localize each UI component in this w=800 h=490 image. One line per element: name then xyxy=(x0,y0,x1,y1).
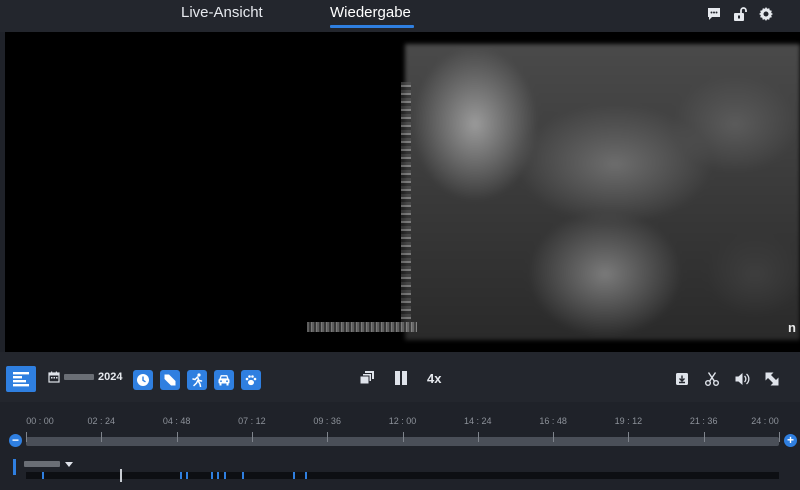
playback-cursor[interactable] xyxy=(120,469,123,482)
car-icon xyxy=(218,375,230,386)
filter-tag-button[interactable] xyxy=(160,370,180,390)
video-frame-blurred xyxy=(405,44,800,340)
chevron-down-icon[interactable] xyxy=(65,462,73,467)
paw-icon xyxy=(245,375,257,386)
timeline-tick-label: 04 : 48 xyxy=(162,416,191,426)
chat-icon[interactable] xyxy=(706,6,722,22)
timeline-tick-label: 14 : 24 xyxy=(464,416,492,426)
video-artifact-edge xyxy=(401,82,411,322)
timeline-zoom-out-button[interactable]: − xyxy=(9,434,22,447)
video-player[interactable]: n xyxy=(5,32,800,352)
unlock-icon[interactable] xyxy=(732,6,748,22)
tab-playback[interactable]: Wiedergabe xyxy=(330,4,411,21)
recording-segment[interactable] xyxy=(211,472,214,479)
date-year: 2024 xyxy=(98,371,123,383)
date-redacted xyxy=(64,374,94,380)
clip-tools-group xyxy=(674,371,780,387)
timeline-tick-mark xyxy=(251,432,253,442)
top-icon-group xyxy=(706,6,774,22)
recording-segment[interactable] xyxy=(242,472,245,479)
event-filter-group xyxy=(133,370,261,390)
multi-window-icon[interactable] xyxy=(359,370,375,386)
timeline-tick-label: 24 : 00 xyxy=(751,416,779,426)
timeline-tick-mark xyxy=(703,432,705,442)
pause-icon[interactable] xyxy=(393,370,409,386)
timeline-tick-mark xyxy=(176,432,178,442)
video-osd-text: n xyxy=(788,320,796,335)
recording-segment[interactable] xyxy=(223,472,226,479)
list-layout-icon xyxy=(13,372,29,387)
timeline-tick-mark xyxy=(477,432,479,442)
timeline-tick-mark xyxy=(402,432,404,442)
timeline-zoom-in-button[interactable]: + xyxy=(784,434,797,447)
timeline-tick-mark xyxy=(779,432,780,442)
timeline-tick-label: 00 : 00 xyxy=(26,416,54,426)
timeline-tick-label: 02 : 24 xyxy=(87,416,116,426)
playback-speed[interactable]: 4x xyxy=(427,371,441,386)
timeline-tick-label: 07 : 12 xyxy=(238,416,266,426)
running-person-icon xyxy=(192,373,203,387)
filter-time-button[interactable] xyxy=(133,370,153,390)
channel-marker xyxy=(13,459,16,475)
date-picker[interactable]: 2024 xyxy=(48,371,122,383)
filter-vehicle-button[interactable] xyxy=(214,370,234,390)
timeline-panel: 00 : 00 02 : 24 04 : 48 07 : 12 09 : 36 12 : … xyxy=(0,402,800,490)
tab-live-view[interactable]: Live-Ansicht xyxy=(181,4,263,21)
tag-icon xyxy=(164,374,176,386)
timeline-tick-mark xyxy=(26,432,27,442)
calendar-icon xyxy=(48,371,60,383)
timeline-tick-label: 21 : 36 xyxy=(689,416,718,426)
recording-segment[interactable] xyxy=(41,472,44,479)
timeline-tick-label: 09 : 36 xyxy=(313,416,341,426)
layout-toggle-button[interactable] xyxy=(6,366,36,392)
recording-segment[interactable] xyxy=(305,472,308,479)
recording-segment[interactable] xyxy=(217,472,220,479)
timeline-tick-mark xyxy=(628,432,630,442)
download-icon[interactable] xyxy=(674,371,690,387)
timeline-tick-label: 12 : 00 xyxy=(388,416,417,426)
gear-icon[interactable] xyxy=(758,6,774,22)
recording-segment[interactable] xyxy=(179,472,182,479)
timeline-tick-mark xyxy=(101,432,103,442)
channel-name-redacted[interactable] xyxy=(24,461,60,467)
top-navigation-bar: Live-Ansicht Wiedergabe xyxy=(0,0,800,32)
filter-animal-button[interactable] xyxy=(241,370,261,390)
timeline-tick-mark xyxy=(553,432,555,442)
playback-controls: 4x xyxy=(359,370,441,386)
playback-toolbar: 2024 4x xyxy=(0,352,800,402)
timeline-tick-label: 16 : 48 xyxy=(539,416,567,426)
clock-icon xyxy=(137,374,149,386)
recording-segment[interactable] xyxy=(292,472,295,479)
recording-bar[interactable] xyxy=(26,472,779,479)
filter-person-button[interactable] xyxy=(187,370,207,390)
video-artifact-strip xyxy=(307,322,417,332)
scissors-icon[interactable] xyxy=(704,371,720,387)
volume-icon[interactable] xyxy=(734,371,750,387)
timeline-tick-label: 19 : 12 xyxy=(614,416,643,426)
active-tab-indicator xyxy=(330,25,414,28)
timeline-tick-mark xyxy=(327,432,329,442)
fullscreen-icon[interactable] xyxy=(764,371,780,387)
recording-segment[interactable] xyxy=(186,472,188,479)
